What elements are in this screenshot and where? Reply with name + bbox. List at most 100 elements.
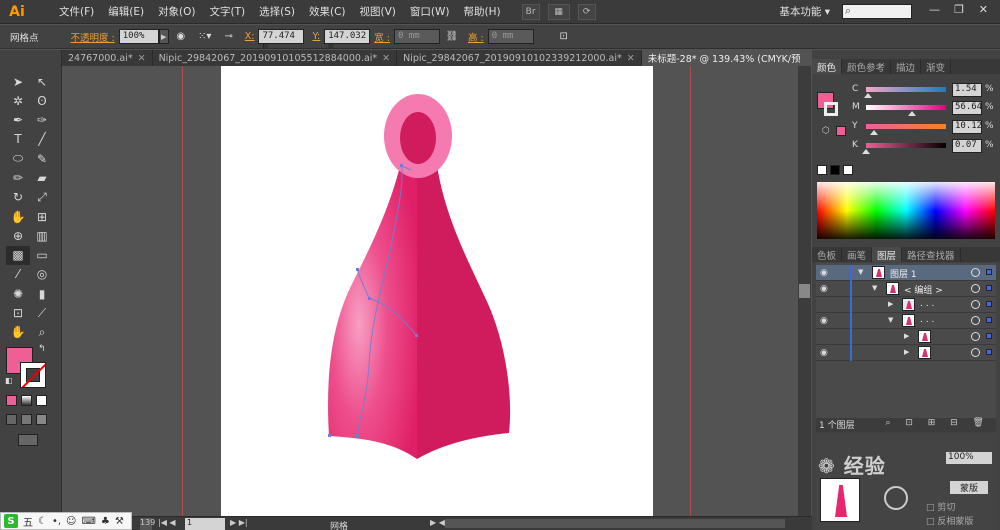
layer-row[interactable]: ▶ . . . bbox=[816, 297, 996, 313]
close-tab-icon[interactable]: ✕ bbox=[138, 53, 146, 64]
expand-arrow-icon[interactable]: ▼ bbox=[858, 268, 863, 276]
channel-value-field[interactable]: 56.64 bbox=[952, 101, 982, 115]
channel-value-field[interactable]: 10.12 bbox=[952, 120, 982, 134]
transform-reference-icon[interactable]: ⁙▾ bbox=[197, 29, 213, 45]
help-search-input[interactable] bbox=[842, 4, 912, 19]
tab-document-3[interactable]: Nipic_29842067_20190910102339212000.ai* ✕ bbox=[397, 50, 642, 66]
ime-logo-icon[interactable]: S bbox=[4, 514, 18, 528]
type-tool-icon[interactable]: T bbox=[6, 130, 30, 149]
prev-artboard-icon[interactable]: |◀ ◀ bbox=[158, 518, 176, 527]
symbol-sprayer-tool-icon[interactable]: ✺ bbox=[6, 284, 30, 303]
gamut-swatch[interactable] bbox=[836, 126, 846, 136]
menu-object[interactable]: 对象(O) bbox=[151, 4, 202, 19]
tab-color-guide[interactable]: 颜色参考 bbox=[842, 59, 892, 74]
channel-value-field[interactable]: 1.54 bbox=[952, 83, 982, 97]
layer-row[interactable]: ▶ bbox=[816, 329, 996, 345]
slider-track[interactable] bbox=[866, 105, 946, 110]
color-mode-icon[interactable] bbox=[6, 395, 17, 406]
next-artboard-icon[interactable]: ▶ ▶| bbox=[230, 518, 248, 527]
color-spectrum[interactable] bbox=[817, 182, 995, 239]
close-tab-icon[interactable]: ✕ bbox=[382, 53, 390, 64]
draw-behind-icon[interactable] bbox=[21, 414, 32, 425]
warp-tool-icon[interactable]: ✋ bbox=[6, 207, 30, 226]
slider-c[interactable]: C 1.54% bbox=[852, 83, 997, 99]
visibility-eye-icon[interactable]: ◉ bbox=[820, 268, 828, 278]
menu-effect[interactable]: 效果(C) bbox=[302, 4, 353, 19]
screen-mode-icon[interactable] bbox=[18, 434, 38, 446]
white-swatch[interactable] bbox=[843, 165, 853, 175]
close-tab-icon[interactable]: ✕ bbox=[627, 53, 635, 64]
eraser-tool-icon[interactable]: ▰ bbox=[30, 168, 54, 187]
layer-row[interactable]: ◉ ▼ 图层 1 bbox=[816, 265, 996, 281]
tab-stroke[interactable]: 描边 bbox=[891, 59, 922, 74]
canvas-area[interactable] bbox=[62, 66, 798, 516]
out-of-gamut-icon[interactable]: ⬡ bbox=[822, 126, 830, 136]
lasso-tool-icon[interactable]: ʘ bbox=[30, 91, 54, 110]
pencil-tool-icon[interactable]: ✏ bbox=[6, 168, 30, 187]
expand-arrow-icon[interactable]: ▼ bbox=[888, 316, 893, 324]
status-menu-icon[interactable]: ▶ ◀ bbox=[430, 518, 445, 527]
draw-inside-icon[interactable] bbox=[36, 414, 47, 425]
slider-knob[interactable] bbox=[863, 93, 872, 98]
opacity-label[interactable]: 不透明度 : bbox=[71, 30, 115, 44]
layer-name[interactable]: . . . bbox=[920, 315, 934, 325]
keyboard-icon[interactable]: ⌨ bbox=[81, 516, 95, 527]
direct-selection-tool-icon[interactable]: ↖ bbox=[30, 72, 54, 91]
artboard[interactable] bbox=[221, 66, 653, 516]
layer-name[interactable]: 图层 1 bbox=[890, 267, 917, 280]
zoom-level-field[interactable]: 139 bbox=[140, 518, 155, 530]
clip-checkbox-label[interactable]: □ 剪切 bbox=[926, 500, 955, 513]
stroke-color-swatch[interactable] bbox=[20, 362, 46, 388]
bottle-right-face[interactable] bbox=[417, 158, 511, 459]
perspective-grid-tool-icon[interactable]: ▥ bbox=[30, 226, 54, 245]
navigator-thumbnail[interactable] bbox=[820, 478, 860, 522]
rotate-tool-icon[interactable]: ↻ bbox=[6, 188, 30, 207]
anchor-convert-icon[interactable]: ⊸ bbox=[221, 29, 237, 45]
selection-square-icon[interactable] bbox=[986, 269, 992, 275]
neck-opening[interactable] bbox=[400, 112, 436, 164]
arrange-documents-icon[interactable]: ▦ bbox=[547, 3, 570, 20]
zoom-tool-icon[interactable]: ⌕ bbox=[30, 323, 54, 342]
tab-gradient[interactable]: 渐变 bbox=[921, 59, 952, 74]
target-icon[interactable] bbox=[971, 284, 980, 293]
selection-square-icon[interactable] bbox=[986, 349, 992, 355]
default-colors-icon[interactable]: ◧ bbox=[5, 376, 13, 385]
layer-name[interactable]: . . . bbox=[920, 299, 934, 309]
panel-stroke-swatch[interactable] bbox=[824, 102, 838, 116]
selection-square-icon[interactable] bbox=[986, 285, 992, 291]
isolate-icon[interactable]: ⊡ bbox=[556, 29, 572, 45]
menu-type[interactable]: 文字(T) bbox=[203, 4, 253, 19]
target-icon[interactable] bbox=[971, 300, 980, 309]
tab-document-1[interactable]: 24767000.ai* ✕ bbox=[62, 50, 153, 66]
workspace-switcher[interactable]: 基本功能 ▾ bbox=[779, 4, 830, 19]
draw-normal-icon[interactable] bbox=[6, 414, 17, 425]
bottle-left-face[interactable] bbox=[328, 158, 417, 459]
navigator-zoom-field[interactable]: 100% bbox=[946, 452, 992, 464]
bridge-icon[interactable]: Br bbox=[521, 3, 540, 20]
menu-window[interactable]: 窗口(W) bbox=[403, 4, 457, 19]
emoji-icon[interactable]: ☺ bbox=[66, 516, 76, 527]
paintbrush-tool-icon[interactable]: ✎ bbox=[30, 149, 54, 168]
invert-mask-checkbox-label[interactable]: □ 反相蒙版 bbox=[926, 514, 973, 527]
close-icon[interactable]: ✕ bbox=[979, 3, 988, 16]
tab-document-active[interactable]: 未标题-28* @ 139.43% (CMYK/预览)✕ bbox=[641, 50, 800, 66]
menu-view[interactable]: 视图(V) bbox=[353, 4, 403, 19]
layer-name[interactable]: < 编组 > bbox=[904, 283, 943, 296]
x-field[interactable]: 77.474 m bbox=[258, 29, 305, 51]
slider-track[interactable] bbox=[866, 87, 946, 92]
target-icon[interactable] bbox=[971, 316, 980, 325]
selection-square-icon[interactable] bbox=[986, 333, 992, 339]
none-mode-icon[interactable] bbox=[36, 395, 47, 406]
target-icon[interactable] bbox=[971, 268, 980, 277]
opacity-field[interactable]: 100% bbox=[118, 29, 159, 44]
line-tool-icon[interactable]: ╱ bbox=[30, 130, 54, 149]
target-icon[interactable] bbox=[971, 332, 980, 341]
layer-actions[interactable]: ⌕ ⊡ ⊞ ⊟ 🗑 bbox=[885, 418, 990, 428]
slider-m[interactable]: M 56.64% bbox=[852, 101, 997, 117]
layer-row[interactable]: ◉ ▼ . . . bbox=[816, 313, 996, 329]
layer-row[interactable]: ◉ ▶ bbox=[816, 345, 996, 361]
ime-mode-label[interactable]: 五 bbox=[23, 514, 33, 529]
menu-help[interactable]: 帮助(H) bbox=[457, 4, 508, 19]
ellipse-tool-icon[interactable]: ⬭ bbox=[6, 149, 30, 168]
artboard-tool-icon[interactable]: ⊡ bbox=[6, 304, 30, 323]
